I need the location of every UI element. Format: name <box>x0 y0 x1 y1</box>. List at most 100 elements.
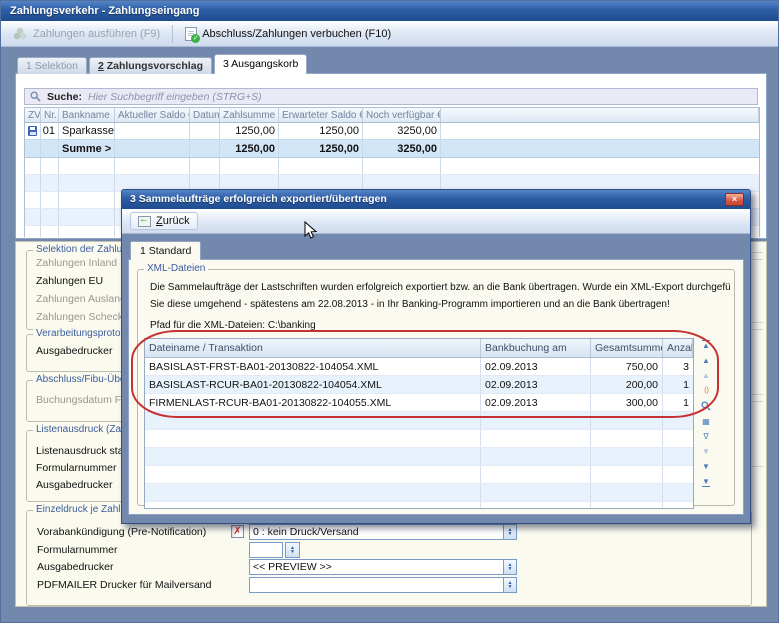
execute-payments-label: Zahlungen ausführen (F9) <box>33 28 160 40</box>
column-header-gesamtsumme[interactable]: Gesamtsumme € <box>591 339 663 357</box>
column-header-anzahl[interactable]: Anzah <box>663 339 693 357</box>
window-title: Zahlungsverkehr - Zahlungseingang <box>10 5 199 17</box>
count-icon[interactable]: ( ) <box>704 386 708 395</box>
file-date: 02.09.2013 <box>481 376 591 393</box>
combo-spinner-icon[interactable]: ▲▼ <box>503 560 516 574</box>
xml-file-row[interactable]: FIRMENLAST-RCUR-BA01-20130822-104055.XML… <box>145 394 693 412</box>
filter-icon[interactable]: ∇ <box>703 432 708 441</box>
page-up-icon[interactable]: ▲ <box>702 371 710 380</box>
formularnummer-label: Formularnummer <box>37 544 118 556</box>
dialog-tab-page: XML-Dateien Die Sammelaufträge der Lasts… <box>128 259 744 515</box>
execute-payments-button[interactable]: Zahlungen ausführen (F9) <box>7 25 166 42</box>
formularnummer-spinner-icon[interactable]: ▲▼ <box>285 542 300 558</box>
goto-last-icon[interactable]: ▼ <box>702 477 710 487</box>
search-label: Suche: <box>47 91 82 103</box>
field-edge-line <box>750 401 763 402</box>
column-header-bankbuchung[interactable]: Bankbuchung am <box>481 339 591 357</box>
file-date: 02.09.2013 <box>481 358 591 375</box>
back-arrow-icon: ← <box>138 216 151 227</box>
file-count: 1 <box>663 376 693 393</box>
tab-ausgangskorb[interactable]: 3 Ausgangskorb <box>214 54 307 74</box>
vorabankuendigung-value: 0 : kein Druck/Versand <box>250 526 503 538</box>
row-down-icon[interactable]: ▼ <box>702 462 710 471</box>
item-ausgabedrucker-1: Ausgabedrucker <box>36 345 112 357</box>
column-header-zv[interactable]: ZV <box>25 108 41 122</box>
table-empty-row <box>25 158 759 175</box>
file-name: FIRMENLAST-RCUR-BA01-20130822-104055.XML <box>145 394 481 411</box>
ausgabedrucker-label: Ausgabedrucker <box>37 561 113 573</box>
column-header-bankname[interactable]: Bankname <box>59 108 115 122</box>
search-placeholder: Hier Suchbegriff eingeben (STRG+S) <box>88 91 262 103</box>
search-input[interactable]: Suche: Hier Suchbegriff eingeben (STRG+S… <box>24 88 758 105</box>
column-header-zahlsumme[interactable]: Zahlsumme € <box>220 108 279 122</box>
back-button-label: Zurück <box>156 215 190 227</box>
erwarteter-saldo-value: 1250,00 <box>279 123 363 139</box>
post-payments-label: Abschluss/Zahlungen verbuchen (F10) <box>202 28 391 40</box>
tab-standard[interactable]: 1 Standard <box>130 241 201 260</box>
goto-first-icon[interactable]: ▲ <box>702 340 710 350</box>
pdfmailer-combo[interactable]: ▲▼ <box>249 577 517 593</box>
tab-zahlungsvorschlag[interactable]: 2 Zahlungsvorschlag <box>89 57 212 74</box>
xml-file-row[interactable]: BASISLAST-FRST-BA01-20130822-104054.XML … <box>145 358 693 376</box>
table-empty-row <box>145 484 693 502</box>
form-row-vorabankuendigung: Vorabankündigung (Pre-Notification) ✗ 0 … <box>27 524 751 541</box>
tab-selektion[interactable]: 1 Selektion <box>17 57 87 74</box>
dialog-toolbar: ← Zurück <box>122 209 750 234</box>
combo-spinner-icon[interactable]: ▲▼ <box>503 525 516 539</box>
group-einzeldruck-label: Einzeldruck je Zahlun <box>33 504 135 516</box>
main-window: Zahlungsverkehr - Zahlungseingang Zahlun… <box>0 0 779 623</box>
columns-icon[interactable]: ▦ <box>702 417 710 426</box>
post-payments-button[interactable]: ✓ Abschluss/Zahlungen verbuchen (F10) <box>179 25 397 43</box>
formularnummer-field[interactable] <box>249 542 283 558</box>
export-message-line2: Sie diese umgehend - spätestens am 22.08… <box>150 299 730 310</box>
dialog-body: 1 Standard XML-Dateien Die Sammelaufträg… <box>122 234 750 523</box>
item-formularnummer-1: Formularnummer <box>36 462 117 474</box>
bank-nr: 01 <box>41 123 59 139</box>
ausgabedrucker-combo[interactable]: << PREVIEW >> ▲▼ <box>249 559 517 575</box>
item-zahlungen-inland: Zahlungen Inland <box>36 257 117 269</box>
close-icon[interactable]: × <box>725 193 744 206</box>
form-row-ausgabedrucker: Ausgabedrucker << PREVIEW >> ▲▼ <box>27 559 751 576</box>
bank-row-sparkasse[interactable]: 01 Sparkasse 1250,00 1250,00 3250,00 <box>25 123 759 140</box>
file-date: 02.09.2013 <box>481 394 591 411</box>
bank-name: Sparkasse <box>59 123 115 139</box>
column-header-dateiname[interactable]: Dateiname / Transaktion <box>145 339 481 357</box>
field-edge-line <box>750 329 763 330</box>
export-disk-icon <box>28 126 37 136</box>
file-sum: 300,00 <box>591 394 663 411</box>
payments-icon <box>13 27 28 40</box>
column-header-nr[interactable]: Nr. <box>41 108 59 122</box>
group-einzeldruck: Einzeldruck je Zahlun Vorabankündigung (… <box>26 510 752 606</box>
item-ausgabedrucker-2: Ausgabedrucker <box>36 479 112 491</box>
file-count: 1 <box>663 394 693 411</box>
xml-files-table: Dateiname / Transaktion Bankbuchung am G… <box>144 338 694 509</box>
column-header-erwarteter-saldo[interactable]: Erwarteter Saldo € <box>279 108 363 122</box>
table-empty-row <box>145 466 693 484</box>
row-up-icon[interactable]: ▲ <box>702 356 710 365</box>
combo-spinner-icon[interactable]: ▲▼ <box>503 578 516 592</box>
column-header-aktueller-saldo[interactable]: Aktueller Saldo € <box>115 108 190 122</box>
item-listenausdruck-start: Listenausdruck star <box>36 445 127 457</box>
dialog-title: 3 Sammelaufträge erfolgreich exportiert/… <box>130 193 387 205</box>
search-icon[interactable] <box>701 401 711 411</box>
vorabankuendigung-combo[interactable]: 0 : kein Druck/Versand ▲▼ <box>249 524 517 540</box>
file-sum: 750,00 <box>591 358 663 375</box>
zahlsumme-value: 1250,00 <box>220 123 279 139</box>
vorabankuendigung-checkbox[interactable]: ✗ <box>231 525 244 538</box>
form-row-pdfmailer: PDFMAILER Drucker für Mailversand ▲▼ <box>27 577 751 594</box>
document-check-icon: ✓ <box>185 27 197 41</box>
export-result-dialog: 3 Sammelaufträge erfolgreich exportiert/… <box>121 189 751 524</box>
back-button[interactable]: ← Zurück <box>130 212 198 230</box>
xml-file-row[interactable]: BASISLAST-RCUR-BA01-20130822-104054.XML … <box>145 376 693 394</box>
column-header-datum[interactable]: Datum <box>190 108 220 122</box>
summary-label: Summe > <box>59 140 115 157</box>
page-down-icon[interactable]: ▼ <box>702 447 710 456</box>
field-edge-line <box>750 252 763 253</box>
bank-table-header: ZV Nr. Bankname Aktueller Saldo € Datum … <box>25 108 759 123</box>
item-buchungsdatum: Buchungsdatum Fib <box>36 394 129 406</box>
summary-erwarteter-saldo: 1250,00 <box>279 140 363 157</box>
toolbar-separator <box>172 25 173 43</box>
column-header-noch-verfuegbar[interactable]: Noch verfügbar € <box>363 108 441 122</box>
file-count: 3 <box>663 358 693 375</box>
xml-dateien-group: XML-Dateien Die Sammelaufträge der Lasts… <box>137 269 735 506</box>
